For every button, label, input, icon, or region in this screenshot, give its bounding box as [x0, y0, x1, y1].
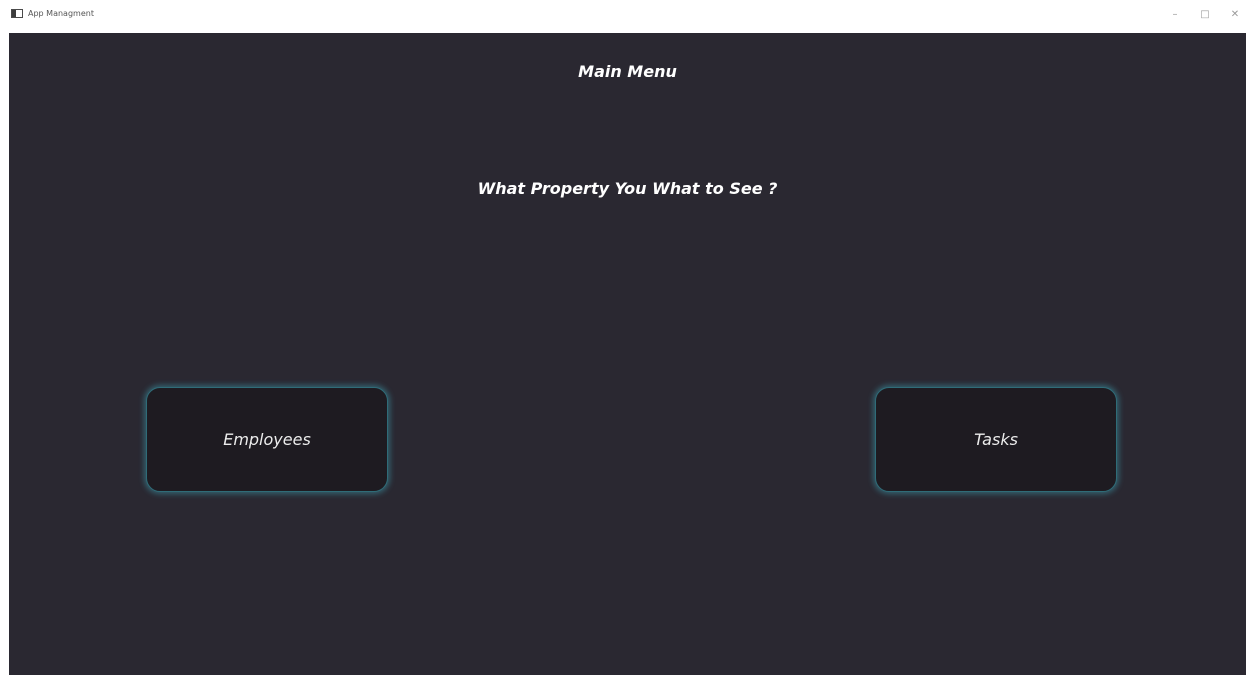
minimize-button[interactable]: –: [1162, 6, 1188, 24]
maximize-button[interactable]: □: [1192, 6, 1218, 24]
main-menu-panel: Main Menu What Property You What to See …: [9, 33, 1246, 675]
app-window: App Managment – □ ✕ Main Menu What Prope…: [0, 0, 1246, 675]
title-bar[interactable]: App Managment – □ ✕: [0, 0, 1246, 32]
app-window-icon: [11, 9, 23, 18]
page-title: Main Menu: [578, 62, 677, 81]
prompt-question: What Property You What to See ?: [477, 179, 778, 198]
tasks-button[interactable]: Tasks: [875, 387, 1117, 492]
close-button[interactable]: ✕: [1222, 6, 1246, 24]
window-title: App Managment: [28, 9, 94, 18]
employees-button[interactable]: Employees: [146, 387, 388, 492]
